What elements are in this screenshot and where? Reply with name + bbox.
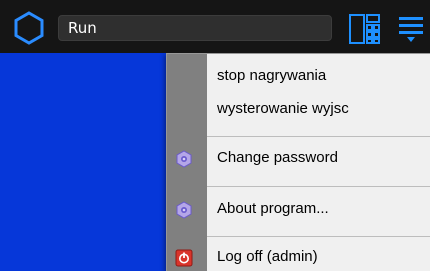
menu-separator (207, 136, 430, 137)
hexagon-logo-icon[interactable] (12, 11, 46, 45)
top-bar: Run (0, 0, 430, 53)
menu-item-change-password[interactable]: Change password (167, 143, 430, 173)
menu-item-label: wysterowanie wyjsc (217, 100, 349, 117)
run-input[interactable]: Run (58, 15, 332, 41)
gear-icon (176, 150, 192, 168)
menu-item-log-off[interactable]: Log off (admin) (167, 242, 430, 271)
menu-item-label: Change password (217, 149, 338, 166)
menu-item-about-program[interactable]: About program... (167, 194, 430, 224)
power-icon (175, 249, 193, 267)
menu-separator (207, 186, 430, 187)
menu-item-label: stop nagrywania (217, 67, 327, 84)
grid-view-icon[interactable] (348, 12, 382, 46)
menu-item-label: About program... (217, 200, 329, 217)
menu-item-output-control[interactable]: wysterowanie wyjsc (167, 94, 430, 124)
menu-separator (207, 236, 430, 237)
gear-icon (176, 201, 192, 219)
menu-item-label: Log off (admin) (217, 248, 318, 265)
hamburger-menu-icon[interactable] (396, 12, 426, 46)
menu-item-stop-recording[interactable]: stop nagrywania (167, 61, 430, 91)
dropdown-menu: stop nagrywania wysterowanie wyjsc Chang… (166, 53, 430, 271)
